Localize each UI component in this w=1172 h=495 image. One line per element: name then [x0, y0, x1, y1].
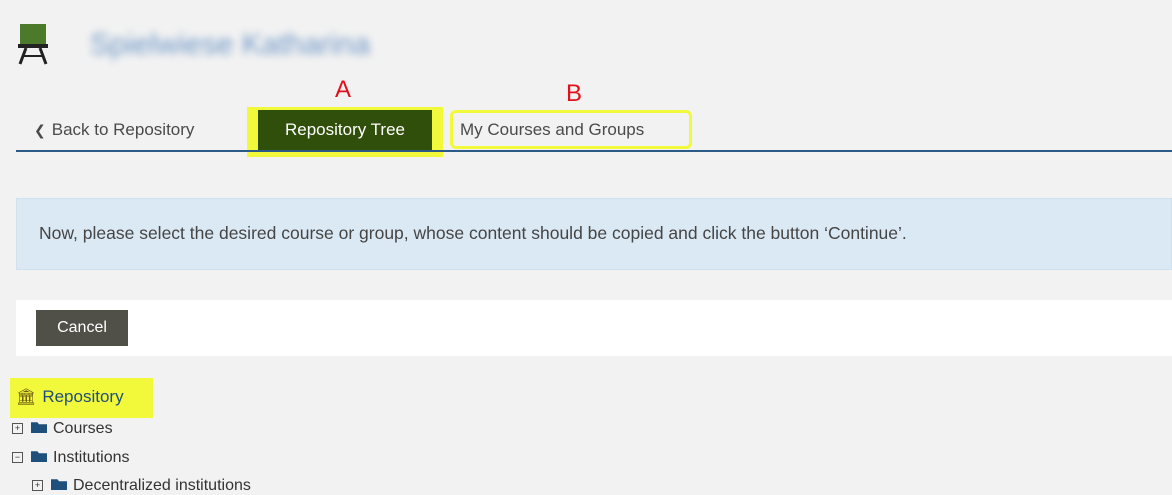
tree-node-decentralized-institutions[interactable]: + Decentralized institutions [32, 477, 251, 495]
collapse-minus-icon[interactable]: − [12, 452, 23, 464]
tab-underline [16, 150, 1172, 152]
chevron-left-icon: ❮ [34, 122, 46, 138]
annotation-marker-b: B [566, 80, 583, 107]
tab-repository-tree[interactable]: Repository Tree [258, 110, 432, 150]
annotation-marker-a: A [335, 76, 352, 103]
tab-bar: ❮ Back to Repository Repository Tree My C… [0, 0, 1172, 157]
toolbar: Cancel [16, 300, 1172, 356]
tree-node-label: Decentralized institutions [73, 477, 251, 494]
bank-icon: 🏛 [16, 389, 37, 406]
tab-my-courses-and-groups[interactable]: My Courses and Groups [460, 120, 644, 140]
info-message: Now, please select the desired course or… [39, 223, 907, 243]
tree-node-label: Institutions [53, 449, 130, 466]
info-message-box: Now, please select the desired course or… [16, 198, 1172, 270]
tab-back-label: Back to Repository [51, 120, 195, 139]
tree-node-courses[interactable]: + Courses [12, 420, 113, 438]
tree-root-repository[interactable]: 🏛 Repository [16, 387, 124, 407]
cancel-button[interactable]: Cancel [36, 310, 128, 346]
folder-icon [51, 479, 67, 491]
tree-root-label: Repository [42, 387, 124, 406]
expand-plus-icon[interactable]: + [12, 423, 23, 435]
tree-node-label: Courses [53, 420, 113, 437]
expand-plus-icon[interactable]: + [32, 480, 43, 492]
folder-icon [31, 451, 47, 463]
folder-icon [31, 422, 47, 434]
tab-back-to-repository[interactable]: ❮ Back to Repository [34, 120, 194, 140]
tree-node-institutions[interactable]: − Institutions [12, 449, 129, 467]
